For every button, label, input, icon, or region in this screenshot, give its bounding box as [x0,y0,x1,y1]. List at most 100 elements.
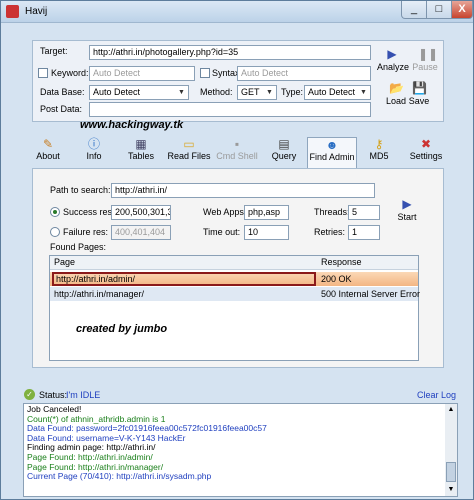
found-pages-label: Found Pages: [50,242,107,252]
syntax-input[interactable]: Auto Detect [237,66,371,81]
row-response: 500 Internal Server Error [321,289,421,299]
path-input[interactable]: http://athri.in/ [111,183,375,198]
row-page: http://athri.in/manager/ [54,289,145,299]
tab-query[interactable]: ▤ Query [269,137,299,161]
floppy-disk-icon: 💾 [412,81,427,95]
post-data-input[interactable] [89,102,371,117]
tab-tables[interactable]: ▦ Tables [125,137,157,161]
tables-icon: ▦ [135,137,147,151]
pause-label: Pause [412,62,438,72]
tab-read-files[interactable]: ▭ Read Files [167,137,211,161]
pause-icon: ❚❚ [418,47,439,61]
app-icon [6,5,19,18]
threads-label: Threads: [314,207,350,217]
method-select[interactable]: GET ▼ [237,85,277,100]
post-data-label: Post Data: [40,104,83,114]
row-page: http://athri.in/admin/ [52,272,316,286]
title-bar: Havij _ □ X [1,1,473,23]
tab-info[interactable]: ⓘ Info [81,137,107,161]
failure-input[interactable]: 400,401,404 [111,225,171,240]
retries-label: Retries: [314,227,346,237]
wrench-icon: ✎ [42,137,54,151]
timeout-input[interactable]: 10 [244,225,289,240]
column-page[interactable]: Page [54,257,75,267]
method-label: Method: [200,87,233,97]
tab-info-label: Info [86,151,102,161]
find-admin-icon: ☻ [325,138,339,152]
tab-find-admin[interactable]: ☻ Find Admin [307,137,357,168]
threads-input[interactable]: 5 [348,205,380,220]
tab-query-label: Query [271,151,297,161]
column-response[interactable]: Response [321,257,362,267]
analyze-button[interactable]: ▶ Analyze [377,47,410,72]
save-label: Save [408,96,430,106]
tab-cmd-shell-label: Cmd Shell [216,151,258,161]
tab-md5[interactable]: ⚷ MD5 [367,137,391,161]
target-label: Target: [40,46,68,56]
tab-settings[interactable]: ✖ Settings [409,137,443,161]
close-button[interactable]: X [451,1,473,19]
log-scrollbar[interactable]: ▲ ▼ [445,403,458,497]
failure-label: Failure res: [63,227,109,237]
scroll-thumb[interactable] [446,462,456,482]
syntax-checkbox[interactable] [200,68,210,78]
database-select[interactable]: Auto Detect ▼ [89,85,189,100]
havij-window: Havij _ □ X Target: http://athri.in/phot… [0,0,474,500]
start-button[interactable]: ▶ Start [394,197,420,222]
database-label: Data Base: [40,87,85,97]
pause-button[interactable]: ❚❚ Pause [411,47,439,72]
type-label: Type: [281,87,304,97]
log-output[interactable]: Job Canceled! Count(*) of athnin_athridb… [23,403,446,497]
tab-read-files-label: Read Files [167,151,211,161]
chevron-down-icon: ▼ [266,89,273,96]
log-line: Current Page (70/410): http://athri.in/s… [27,471,212,482]
tab-tables-label: Tables [127,151,154,161]
info-icon: ⓘ [87,137,100,151]
minimize-button[interactable]: _ [401,1,427,19]
chevron-down-icon: ▼ [178,89,185,96]
webapps-input[interactable]: php,asp [244,205,289,220]
keyword-input[interactable]: Auto Detect [89,66,195,81]
key-icon: ⚷ [374,137,384,151]
tools-icon: ✖ [420,137,432,151]
keyword-label: Keyword: [51,68,89,78]
success-input[interactable]: 200,500,301,3 [111,205,171,220]
table-row[interactable]: http://athri.in/manager/ 500 Internal Se… [50,287,421,301]
status-label: Status: [39,390,68,400]
load-button[interactable]: 📂 Load [384,81,408,106]
type-select[interactable]: Auto Detect ▼ [304,85,371,100]
tab-cmd-shell[interactable]: ▪ Cmd Shell [215,137,259,161]
site-watermark: www.hackingway.tk [80,119,184,131]
success-label: Success res: [63,207,115,217]
save-button[interactable]: 💾 Save [406,81,432,106]
tab-about-label: About [36,151,60,161]
row-response: 200 OK [321,274,352,284]
scroll-up-icon[interactable]: ▲ [445,404,457,416]
play-icon: ▶ [387,47,397,61]
clear-log-link[interactable]: Clear Log [417,390,456,400]
folder-open-icon: 📂 [389,81,404,95]
method-select-value: GET [241,87,260,97]
retries-input[interactable]: 1 [348,225,380,240]
found-pages-list[interactable]: Page Response http://athri.in/admin/ 200… [49,255,421,361]
tab-md5-label: MD5 [369,151,389,161]
status-icon: ✓ [24,389,35,400]
success-radio[interactable] [50,207,60,217]
timeout-label: Time out: [203,227,241,237]
start-label: Start [397,212,417,222]
maximize-button[interactable]: □ [426,1,452,19]
play-icon: ▶ [402,197,412,211]
target-input[interactable]: http://athri.in/photogallery.php?id=35 [89,45,371,60]
keyword-checkbox[interactable] [38,68,48,78]
list-header: Page Response [50,256,418,270]
load-label: Load [385,96,407,106]
table-row[interactable]: http://athri.in/admin/ 200 OK [50,272,418,286]
scroll-down-icon[interactable]: ▼ [445,484,457,496]
query-icon: ▤ [278,137,290,151]
webapps-label: Web Apps: [203,207,247,217]
shell-icon: ▪ [234,137,240,151]
failure-radio[interactable] [50,227,60,237]
analyze-label: Analyze [377,62,410,72]
folder-icon: ▭ [183,137,195,151]
tab-about[interactable]: ✎ About [32,137,64,161]
